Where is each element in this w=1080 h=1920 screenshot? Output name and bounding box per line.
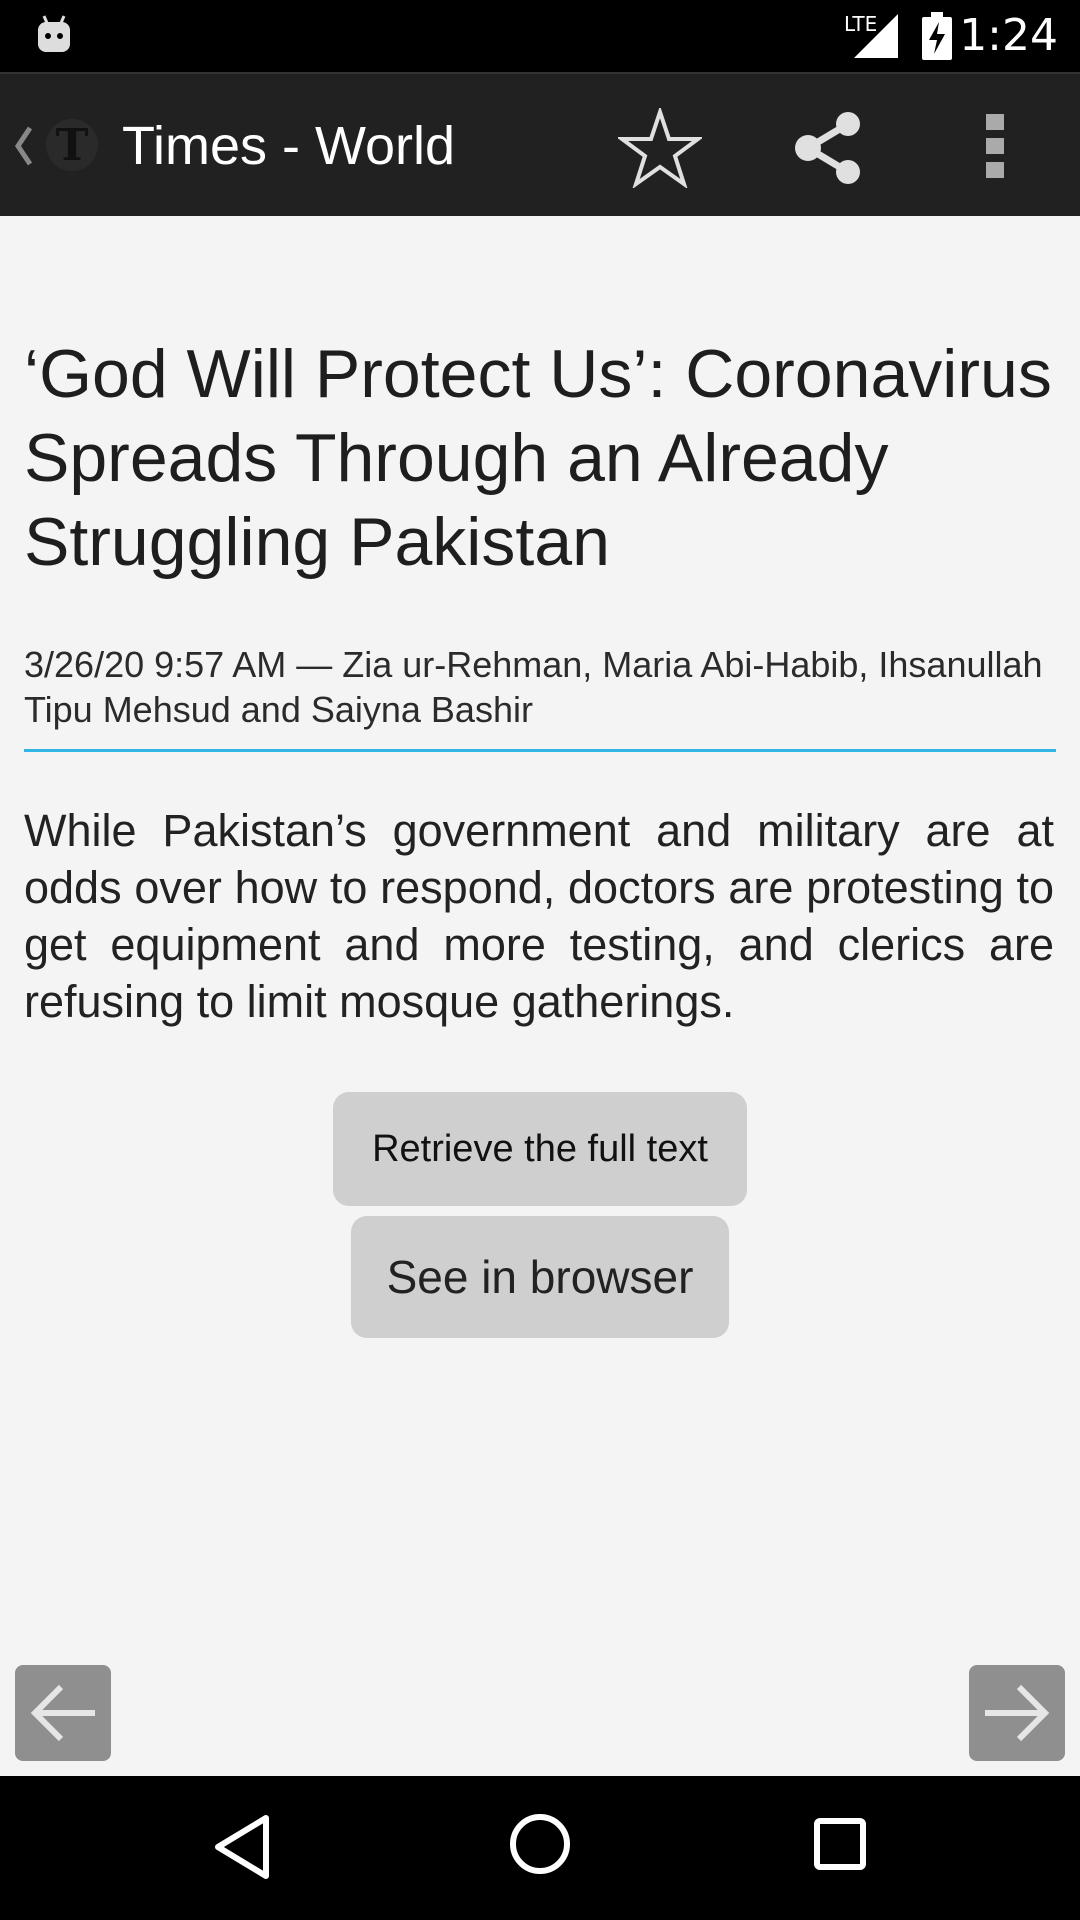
next-article-button[interactable] [969, 1665, 1065, 1761]
arrow-right-icon [979, 1679, 1055, 1752]
battery-charging-icon [920, 12, 954, 65]
arrow-left-icon [25, 1679, 101, 1752]
previous-article-button[interactable] [15, 1665, 111, 1761]
system-nav-bar [0, 1776, 1080, 1920]
nyt-logo-icon: T [44, 116, 100, 179]
article-content: ‘God Will Protect Us’: Coronavirus Sprea… [0, 216, 1080, 1776]
article-summary: While Pakistan’s government and military… [24, 805, 1054, 1027]
back-triangle-icon[interactable] [212, 1814, 272, 1885]
svg-text:T: T [56, 120, 89, 171]
status-bar: LTE 1:24 [0, 0, 1080, 72]
see-in-browser-button[interactable]: See in browser [351, 1216, 729, 1338]
status-time: 1:24 [959, 10, 1058, 61]
recents-square-icon[interactable] [812, 1816, 868, 1877]
app-title: Times - World [122, 116, 456, 176]
home-circle-icon[interactable] [508, 1812, 572, 1881]
share-icon[interactable] [792, 110, 864, 191]
app-bar: T Times - World [0, 72, 1080, 216]
article-headline: ‘God Will Protect Us’: Coronavirus Sprea… [24, 336, 1052, 580]
android-notification-icon [36, 14, 72, 59]
signal-icon [854, 14, 900, 63]
divider [24, 749, 1056, 752]
overflow-menu-icon[interactable] [984, 112, 1008, 183]
article-meta: 3/26/20 9:57 AM — Zia ur-Rehman, Maria A… [24, 644, 1043, 730]
retrieve-full-text-button[interactable]: Retrieve the full text [333, 1092, 747, 1206]
back-chevron-icon [12, 124, 34, 173]
star-icon[interactable] [615, 105, 705, 193]
back-up-button[interactable]: T [0, 74, 110, 216]
